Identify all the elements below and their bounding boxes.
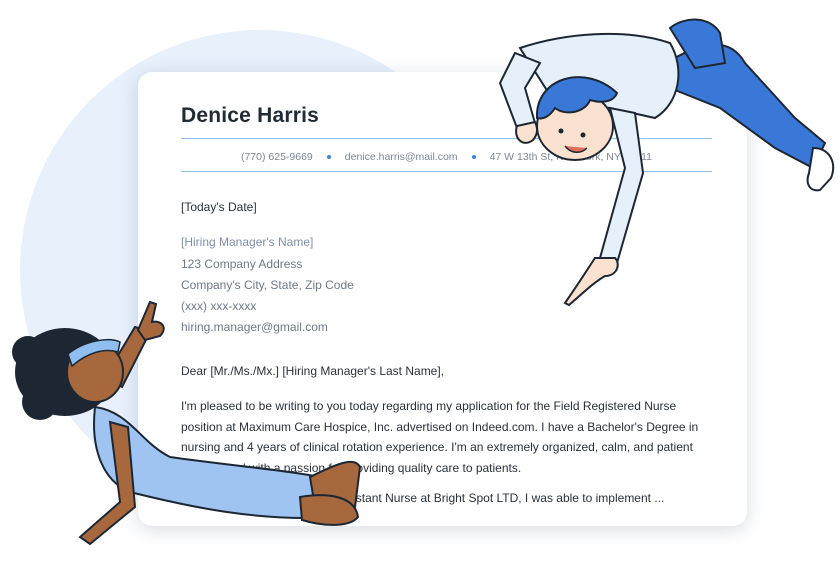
letter-date: [Today's Date]	[181, 200, 257, 214]
applicant-name: Denice Harris	[181, 104, 320, 127]
recipient-city: Company's City, State, Zip Code	[181, 278, 354, 292]
illustration-stage: Denice Harris (770) 625-9669 denice.harr…	[0, 0, 840, 561]
cartoon-man-pointing-icon	[498, 18, 835, 307]
separator-dot	[471, 155, 476, 159]
contact-phone: (770) 625-9669	[240, 151, 313, 163]
contact-email: denice.harris@mail.com	[344, 151, 458, 163]
separator-dot	[326, 155, 331, 159]
cartoon-woman-pointing-icon	[12, 300, 362, 546]
recipient-address: 123 Company Address	[181, 257, 303, 271]
recipient-name: [Hiring Manager's Name]	[181, 235, 314, 249]
